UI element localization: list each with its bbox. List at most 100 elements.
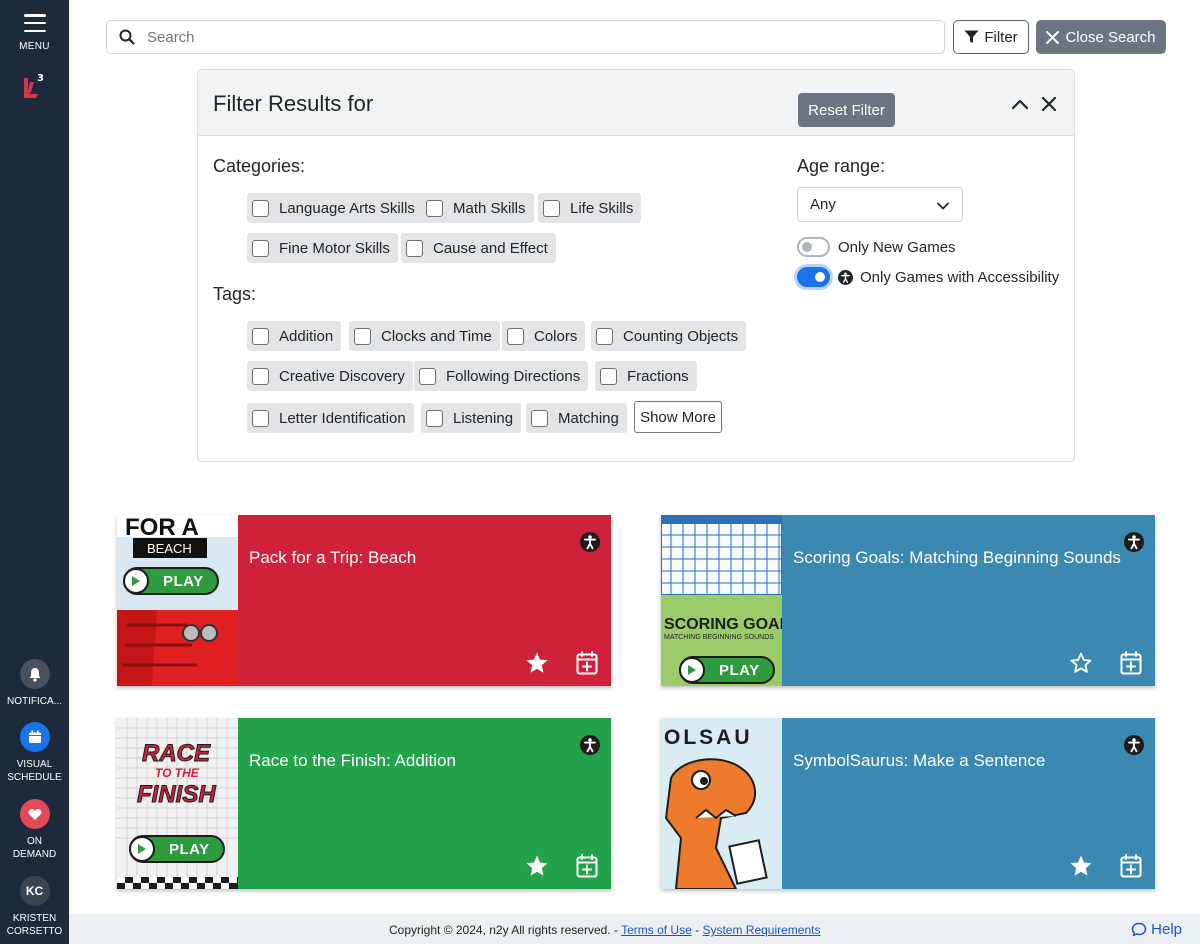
game-title: Race to the Finish: Addition — [249, 751, 456, 770]
tag-checkbox[interactable]: Matching — [526, 403, 627, 433]
close-icon — [1046, 30, 1060, 44]
filter-button-label: Filter — [984, 28, 1018, 46]
star-filled-icon[interactable] — [525, 854, 549, 878]
calendar-add-icon[interactable] — [576, 854, 598, 878]
play-button[interactable]: PLAY — [129, 835, 225, 863]
game-card[interactable]: RACE TO THE FINISH PLAY Race to the Fini… — [117, 718, 611, 889]
game-thumbnail: SCORING GOALS MATCHING BEGINNING SOUNDS … — [661, 515, 782, 686]
search-input[interactable] — [147, 28, 944, 46]
only-accessibility-label: Only Games with Accessibility — [860, 268, 1060, 286]
category-checkbox[interactable]: Fine Motor Skills — [247, 233, 398, 263]
play-icon — [123, 568, 149, 594]
filter-button[interactable]: Filter — [953, 20, 1029, 54]
chat-bubble-icon — [1131, 922, 1147, 937]
filter-panel-title: Filter Results for — [213, 91, 374, 116]
tag-checkbox[interactable]: Fractions — [595, 361, 697, 391]
copyright-text: Copyright © 2024, n2y All rights reserve… — [389, 923, 622, 937]
accessibility-icon — [580, 735, 600, 755]
play-label: PLAY — [163, 572, 204, 590]
svg-text:TO THE: TO THE — [155, 766, 200, 780]
hamburger-icon — [23, 14, 46, 32]
close-icon[interactable] — [1040, 95, 1058, 113]
only-new-games-toggle[interactable] — [797, 237, 830, 257]
help-label: Help — [1151, 921, 1182, 938]
svg-text:3: 3 — [37, 73, 44, 84]
game-card[interactable]: OLSAU SymbolSaurus: Make a Sentence — [661, 718, 1155, 889]
tag-checkbox[interactable]: Creative Discovery — [247, 361, 413, 391]
game-thumbnail-art: FOR A BEACH — [117, 515, 238, 686]
age-range-select[interactable]: Any — [797, 187, 963, 222]
tag-checkbox[interactable]: Counting Objects — [591, 321, 747, 351]
game-card[interactable]: FOR A BEACH PLAY Pack for a Trip: Beach — [117, 515, 611, 686]
footer: Copyright © 2024, n2y All rights reserve… — [69, 914, 1200, 944]
play-icon — [679, 657, 705, 683]
game-card-body: SymbolSaurus: Make a Sentence — [782, 718, 1155, 889]
game-title: SymbolSaurus: Make a Sentence — [793, 751, 1046, 770]
avatar: KC — [19, 876, 50, 906]
menu-label: MENU — [19, 41, 50, 52]
svg-text:RACE: RACE — [142, 740, 211, 767]
sidebar-item-notifications[interactable]: NOTIFICA... — [0, 659, 69, 708]
search-bar — [106, 20, 945, 54]
tag-checkbox[interactable]: Clocks and Time — [349, 321, 500, 351]
play-label: PLAY — [719, 661, 760, 679]
search-icon — [119, 29, 135, 45]
game-card[interactable]: SCORING GOALS MATCHING BEGINNING SOUNDS … — [661, 515, 1155, 686]
game-thumbnail: OLSAU — [661, 718, 782, 889]
play-button[interactable]: PLAY — [123, 567, 219, 595]
star-filled-icon[interactable] — [1069, 854, 1093, 878]
tag-checkbox[interactable]: Listening — [421, 403, 522, 433]
age-range-label: Age range: — [797, 156, 886, 176]
sidebar-item-label: KRISTEN CORSETTO — [6, 913, 63, 937]
category-checkbox[interactable]: Cause and Effect — [401, 233, 556, 263]
footer-text: Copyright © 2024, n2y All rights reserve… — [389, 923, 820, 937]
sidebar-item-visual-schedule[interactable]: VISUAL SCHEDULE — [0, 722, 69, 784]
tag-checkbox[interactable]: Colors — [502, 321, 586, 351]
funnel-icon — [964, 30, 979, 43]
svg-text:BEACH: BEACH — [147, 541, 192, 556]
calendar-add-icon[interactable] — [576, 651, 598, 675]
calendar-add-icon[interactable] — [1120, 854, 1142, 878]
only-new-games-row: Only New Games — [797, 237, 956, 257]
sidebar-item-label: ON DEMAND — [12, 836, 57, 860]
l3-logo[interactable]: 3 — [22, 72, 46, 100]
sidebar-item-on-demand[interactable]: ON DEMAND — [0, 799, 69, 861]
filter-panel-header: Filter Results for Reset Filter — [198, 70, 1074, 136]
accessibility-icon — [1124, 532, 1144, 552]
category-checkbox[interactable]: Language Arts Skills — [247, 193, 423, 223]
heart-icon — [19, 799, 50, 829]
sidebar-item-label: NOTIFICA... — [7, 696, 62, 707]
tag-checkbox[interactable]: Addition — [247, 321, 342, 351]
svg-text:MATCHING BEGINNING SOUNDS: MATCHING BEGINNING SOUNDS — [664, 634, 774, 641]
categories-label: Categories: — [213, 156, 306, 176]
chevron-up-icon[interactable] — [1011, 95, 1029, 113]
close-search-button[interactable]: Close Search — [1036, 20, 1166, 54]
help-button[interactable]: Help — [1131, 921, 1182, 938]
category-checkbox[interactable]: Life Skills — [538, 193, 642, 223]
svg-text:OLSAU: OLSAU — [664, 726, 753, 749]
svg-text:SCORING GOALS: SCORING GOALS — [664, 616, 782, 633]
star-outline-icon[interactable] — [1069, 651, 1093, 675]
tags-label: Tags: — [213, 284, 257, 304]
tag-checkbox[interactable]: Letter Identification — [247, 403, 414, 433]
calendar-icon — [19, 722, 50, 752]
calendar-add-icon[interactable] — [1120, 651, 1142, 675]
tag-checkbox[interactable]: Following Directions — [414, 361, 589, 391]
game-card-body: Pack for a Trip: Beach — [238, 515, 611, 686]
show-more-button[interactable]: Show More — [634, 401, 722, 433]
bell-icon — [19, 659, 50, 689]
only-new-games-label: Only New Games — [838, 238, 956, 256]
play-button[interactable]: PLAY — [679, 656, 775, 684]
game-title: Scoring Goals: Matching Beginning Sounds — [793, 548, 1121, 567]
footer-separator: - — [691, 923, 703, 937]
sidebar-item-profile[interactable]: KC KRISTEN CORSETTO — [0, 876, 69, 938]
system-requirements-link[interactable]: System Requirements — [702, 923, 820, 937]
play-icon — [129, 836, 155, 862]
terms-of-use-link[interactable]: Terms of Use — [621, 923, 692, 937]
accessibility-icon — [838, 269, 853, 285]
menu-button[interactable]: MENU — [0, 14, 69, 52]
star-filled-icon[interactable] — [525, 651, 549, 675]
only-accessibility-toggle[interactable] — [797, 267, 830, 287]
reset-filter-button[interactable]: Reset Filter — [798, 93, 895, 127]
category-checkbox[interactable]: Math Skills — [421, 193, 534, 223]
